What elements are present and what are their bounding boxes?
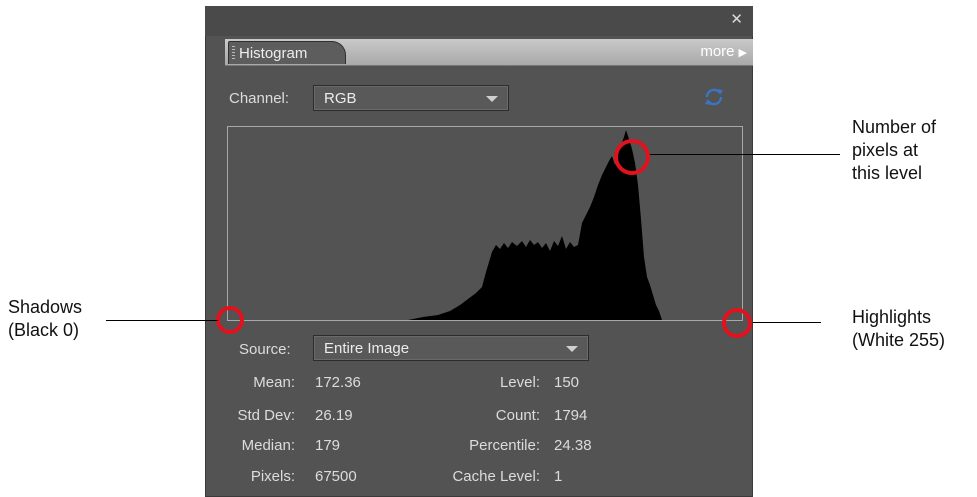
count-label: Count: xyxy=(495,407,540,424)
grip-icon xyxy=(232,46,235,61)
chevron-down-icon xyxy=(566,346,578,352)
pixels-annotation-line: pixels at xyxy=(852,140,919,160)
histogram-graph xyxy=(227,126,743,321)
tab-histogram-label: Histogram xyxy=(239,45,308,62)
std-dev-value: 26.19 xyxy=(315,407,353,424)
chevron-down-icon xyxy=(486,96,498,102)
count-value: 1794 xyxy=(554,407,588,424)
close-icon[interactable]: ✕ xyxy=(730,12,743,27)
pixels-annotation: Number of pixels at this level xyxy=(852,116,936,185)
more-label: more xyxy=(700,43,735,60)
percentile-label: Percentile: xyxy=(469,437,540,454)
histogram-plot xyxy=(408,130,662,320)
level-label: Level: xyxy=(499,374,540,391)
source-dropdown[interactable]: Entire Image xyxy=(313,335,589,361)
level-value: 150 xyxy=(554,374,580,391)
highlights-annotation-line: Highlights xyxy=(852,307,932,327)
median-label: Median: xyxy=(241,437,295,454)
shadows-marker xyxy=(216,306,244,334)
cache-level-label: Cache Level: xyxy=(452,468,540,485)
mean-value: 172.36 xyxy=(315,374,361,391)
source-label: Source: xyxy=(239,341,291,358)
highlights-annotation: Highlights (White 255) xyxy=(852,306,945,352)
refresh-icon[interactable] xyxy=(703,86,725,108)
panel-titlebar[interactable]: ✕ xyxy=(205,6,753,36)
pixel-count-marker xyxy=(614,139,650,175)
channel-value: RGB xyxy=(324,90,357,107)
source-value: Entire Image xyxy=(324,340,410,357)
pixels-label: Pixels: xyxy=(250,468,295,485)
channel-label: Channel: xyxy=(229,90,290,107)
more-button[interactable]: more ▶ xyxy=(700,41,747,64)
channel-dropdown[interactable]: RGB xyxy=(313,85,509,111)
tab-histogram[interactable]: Histogram xyxy=(228,41,346,64)
mean-label: Mean: xyxy=(253,374,295,391)
pixels-annotation-line: Number of xyxy=(852,117,937,137)
histogram-panel: ✕ Histogram more ▶ Channel: RGB Source: E… xyxy=(205,6,753,497)
median-value: 179 xyxy=(315,437,341,454)
highlights-callout-line xyxy=(753,322,821,323)
highlights-marker xyxy=(722,308,752,338)
triangle-right-icon: ▶ xyxy=(738,47,747,59)
shadows-annotation: Shadows (Black 0) xyxy=(8,296,82,342)
highlights-annotation-line: (White 255) xyxy=(852,330,946,350)
percentile-value: 24.38 xyxy=(554,437,592,454)
cache-level-value: 1 xyxy=(554,468,563,485)
shadows-annotation-line: Shadows xyxy=(8,297,83,317)
pixels-annotation-line: this level xyxy=(852,163,923,183)
shadows-annotation-line: (Black 0) xyxy=(8,320,80,340)
std-dev-label: Std Dev: xyxy=(237,407,295,424)
shadows-callout-line xyxy=(106,320,218,321)
pixels-callout-line xyxy=(650,154,840,155)
tab-strip: Histogram more ▶ xyxy=(225,39,753,66)
pixels-value: 67500 xyxy=(315,468,357,485)
